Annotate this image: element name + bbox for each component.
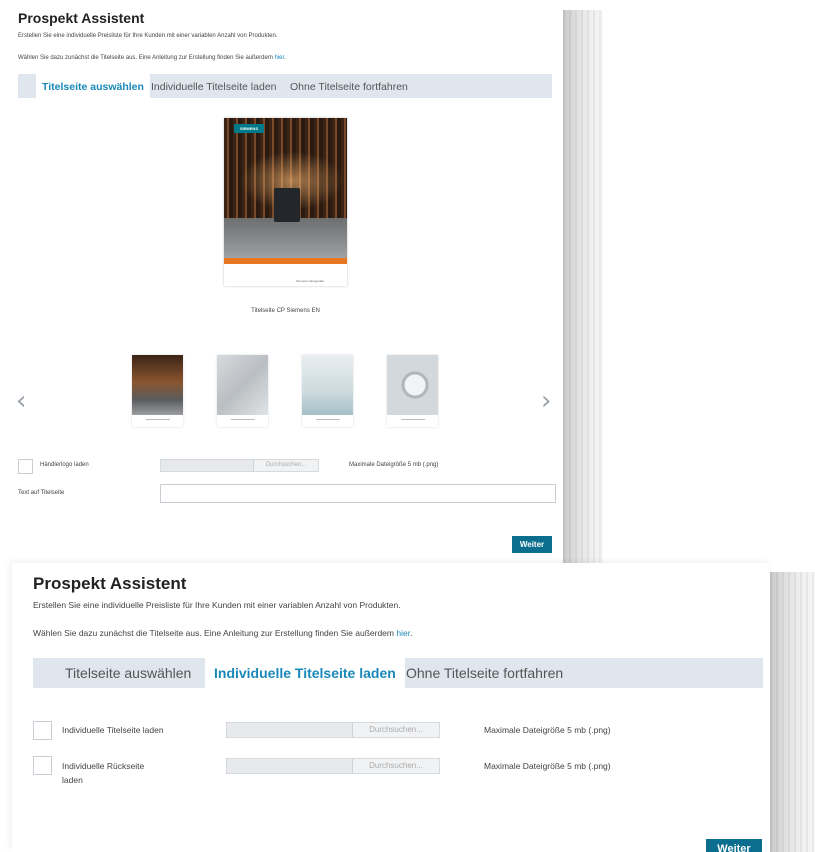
custom-cover-label: Individuelle Titelseite laden (62, 725, 164, 735)
max-file-size-hint: Maximale Dateigröße 5 mb (.png) (349, 462, 439, 468)
page-title: Prospekt Assistent (33, 574, 187, 593)
cover-thumbnail[interactable] (302, 355, 353, 427)
custom-cover-checkbox[interactable] (33, 721, 52, 740)
cover-text-input[interactable] (160, 484, 556, 503)
carousel-next-icon[interactable]: › (541, 386, 551, 416)
panel-shadow-stripes (770, 572, 815, 852)
cover-thumbnail[interactable] (132, 355, 183, 427)
custom-cover-file-input[interactable]: Durchsuchen... (226, 722, 440, 738)
tab-titelseite-auswaehlen[interactable]: Titelseite auswählen (65, 658, 191, 688)
tab-individuelle-titelseite-laden[interactable]: Individuelle Titelseite laden (151, 74, 277, 98)
instruction-text: Wählen Sie dazu zunächst die Titelseite … (18, 55, 286, 61)
tab-ohne-titelseite-fortfahren[interactable]: Ohne Titelseite fortfahren (290, 74, 408, 98)
cover-text-label: Text auf Titelseite (18, 490, 65, 496)
dealer-logo-label: Händlerlogo laden (40, 462, 89, 468)
tab-titelseite-auswaehlen[interactable]: Titelseite auswählen (36, 74, 150, 98)
browse-button[interactable]: Durchsuchen... (352, 723, 439, 737)
tab-bar: Titelseite auswählen Individuelle Titels… (18, 74, 552, 98)
instruction-text-body: Wählen Sie dazu zunächst die Titelseite … (18, 55, 273, 61)
cover-thumbnail[interactable] (387, 355, 438, 427)
prospekt-assistent-panel-cover-select: Prospekt Assistent Erstellen Sie eine in… (0, 0, 563, 575)
next-button[interactable]: Weiter (512, 536, 552, 553)
intro-text: Erstellen Sie eine individuelle Preislis… (18, 33, 278, 39)
custom-back-file-input[interactable]: Durchsuchen... (226, 758, 440, 774)
next-button[interactable]: Weiter (706, 839, 762, 852)
tab-individuelle-titelseite-laden[interactable]: Individuelle Titelseite laden (205, 658, 405, 688)
max-file-size-hint: Maximale Dateigröße 5 mb (.png) (484, 761, 611, 771)
instruction-text: Wählen Sie dazu zunächst die Titelseite … (33, 628, 413, 638)
cover-footer: Siemens Hausgeräte (296, 279, 325, 283)
cover-image-floor (224, 218, 347, 258)
tab-bar: Titelseite auswählen Individuelle Titels… (33, 658, 763, 688)
carousel-prev-icon[interactable]: ‹ (16, 386, 26, 416)
siemens-logo: SIEMENS (234, 124, 264, 133)
page-title: Prospekt Assistent (18, 10, 145, 26)
tab-ohne-titelseite-fortfahren[interactable]: Ohne Titelseite fortfahren (406, 658, 563, 688)
instruction-link[interactable]: hier (275, 55, 285, 61)
prospekt-assistent-panel-upload: Prospekt Assistent Erstellen Sie eine in… (12, 563, 770, 852)
intro-text: Erstellen Sie eine individuelle Preislis… (33, 600, 401, 610)
dealer-logo-file-input[interactable]: Durchsuchen... (160, 459, 319, 472)
custom-back-label: Individuelle Rückseite laden (62, 761, 145, 785)
cover-band (224, 258, 347, 264)
cover-caption: Titelseite CP Siemens EN (251, 308, 320, 314)
cover-thumbnail[interactable] (217, 355, 268, 427)
dealer-logo-checkbox[interactable] (18, 459, 33, 474)
browse-button[interactable]: Durchsuchen... (253, 460, 318, 471)
panel-shadow-stripes (563, 10, 603, 565)
instruction-text-body: Wählen Sie dazu zunächst die Titelseite … (33, 628, 394, 638)
custom-back-checkbox[interactable] (33, 756, 52, 775)
selected-cover-preview: SIEMENS Siemens Hausgeräte (224, 118, 347, 286)
instruction-link[interactable]: hier (396, 628, 410, 638)
coffee-machine-image (274, 188, 300, 222)
browse-button[interactable]: Durchsuchen... (352, 759, 439, 773)
max-file-size-hint: Maximale Dateigröße 5 mb (.png) (484, 725, 611, 735)
